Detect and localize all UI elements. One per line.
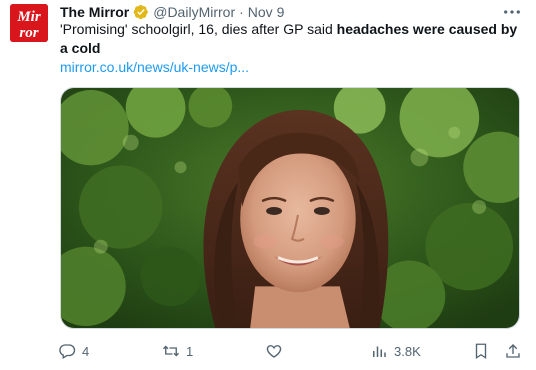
- views-count: 3.8K: [394, 343, 421, 359]
- separator-dot: ·: [239, 4, 244, 20]
- share-button[interactable]: [504, 340, 522, 362]
- reply-button[interactable]: 4: [58, 340, 89, 362]
- more-icon[interactable]: [502, 3, 522, 21]
- photo-girl-foliage: [61, 88, 519, 328]
- views-icon: [373, 346, 386, 357]
- reply-icon: [59, 344, 76, 359]
- verified-badge-icon: [133, 4, 149, 20]
- svg-text:Mir: Mir: [16, 9, 41, 25]
- tweet-text: 'Promising' schoolgirl, 16, dies after G…: [60, 20, 526, 58]
- like-button[interactable]: [265, 340, 289, 362]
- bookmark-button[interactable]: [472, 340, 490, 362]
- svg-text:ror: ror: [19, 25, 38, 41]
- avatar[interactable]: Mir ror: [10, 4, 48, 42]
- mirror-logo-icon: Mir ror: [10, 4, 48, 42]
- repost-count: 1: [186, 343, 194, 359]
- tweet-header: The Mirror @DailyMirror · Nov 9: [60, 3, 284, 21]
- tweet-actions: 4 1 3.8K: [58, 340, 526, 362]
- share-icon: [506, 344, 520, 358]
- reply-count: 4: [82, 343, 90, 359]
- tweet-date[interactable]: Nov 9: [248, 3, 285, 21]
- tweet[interactable]: Mir ror The Mirror @DailyMirror · Nov 9 …: [0, 0, 536, 370]
- bookmark-icon: [475, 343, 487, 360]
- tweet-link[interactable]: mirror.co.uk/news/uk-news/p...: [60, 58, 249, 77]
- author-handle[interactable]: @DailyMirror: [153, 3, 235, 21]
- views-button[interactable]: 3.8K: [370, 340, 421, 362]
- repost-button[interactable]: 1: [162, 340, 193, 362]
- tweet-media-image[interactable]: [60, 87, 520, 329]
- like-icon: [266, 345, 282, 358]
- repost-icon: [163, 345, 179, 357]
- tweet-text-plain: 'Promising' schoolgirl, 16, dies after G…: [60, 21, 337, 37]
- author-name[interactable]: The Mirror: [60, 3, 129, 21]
